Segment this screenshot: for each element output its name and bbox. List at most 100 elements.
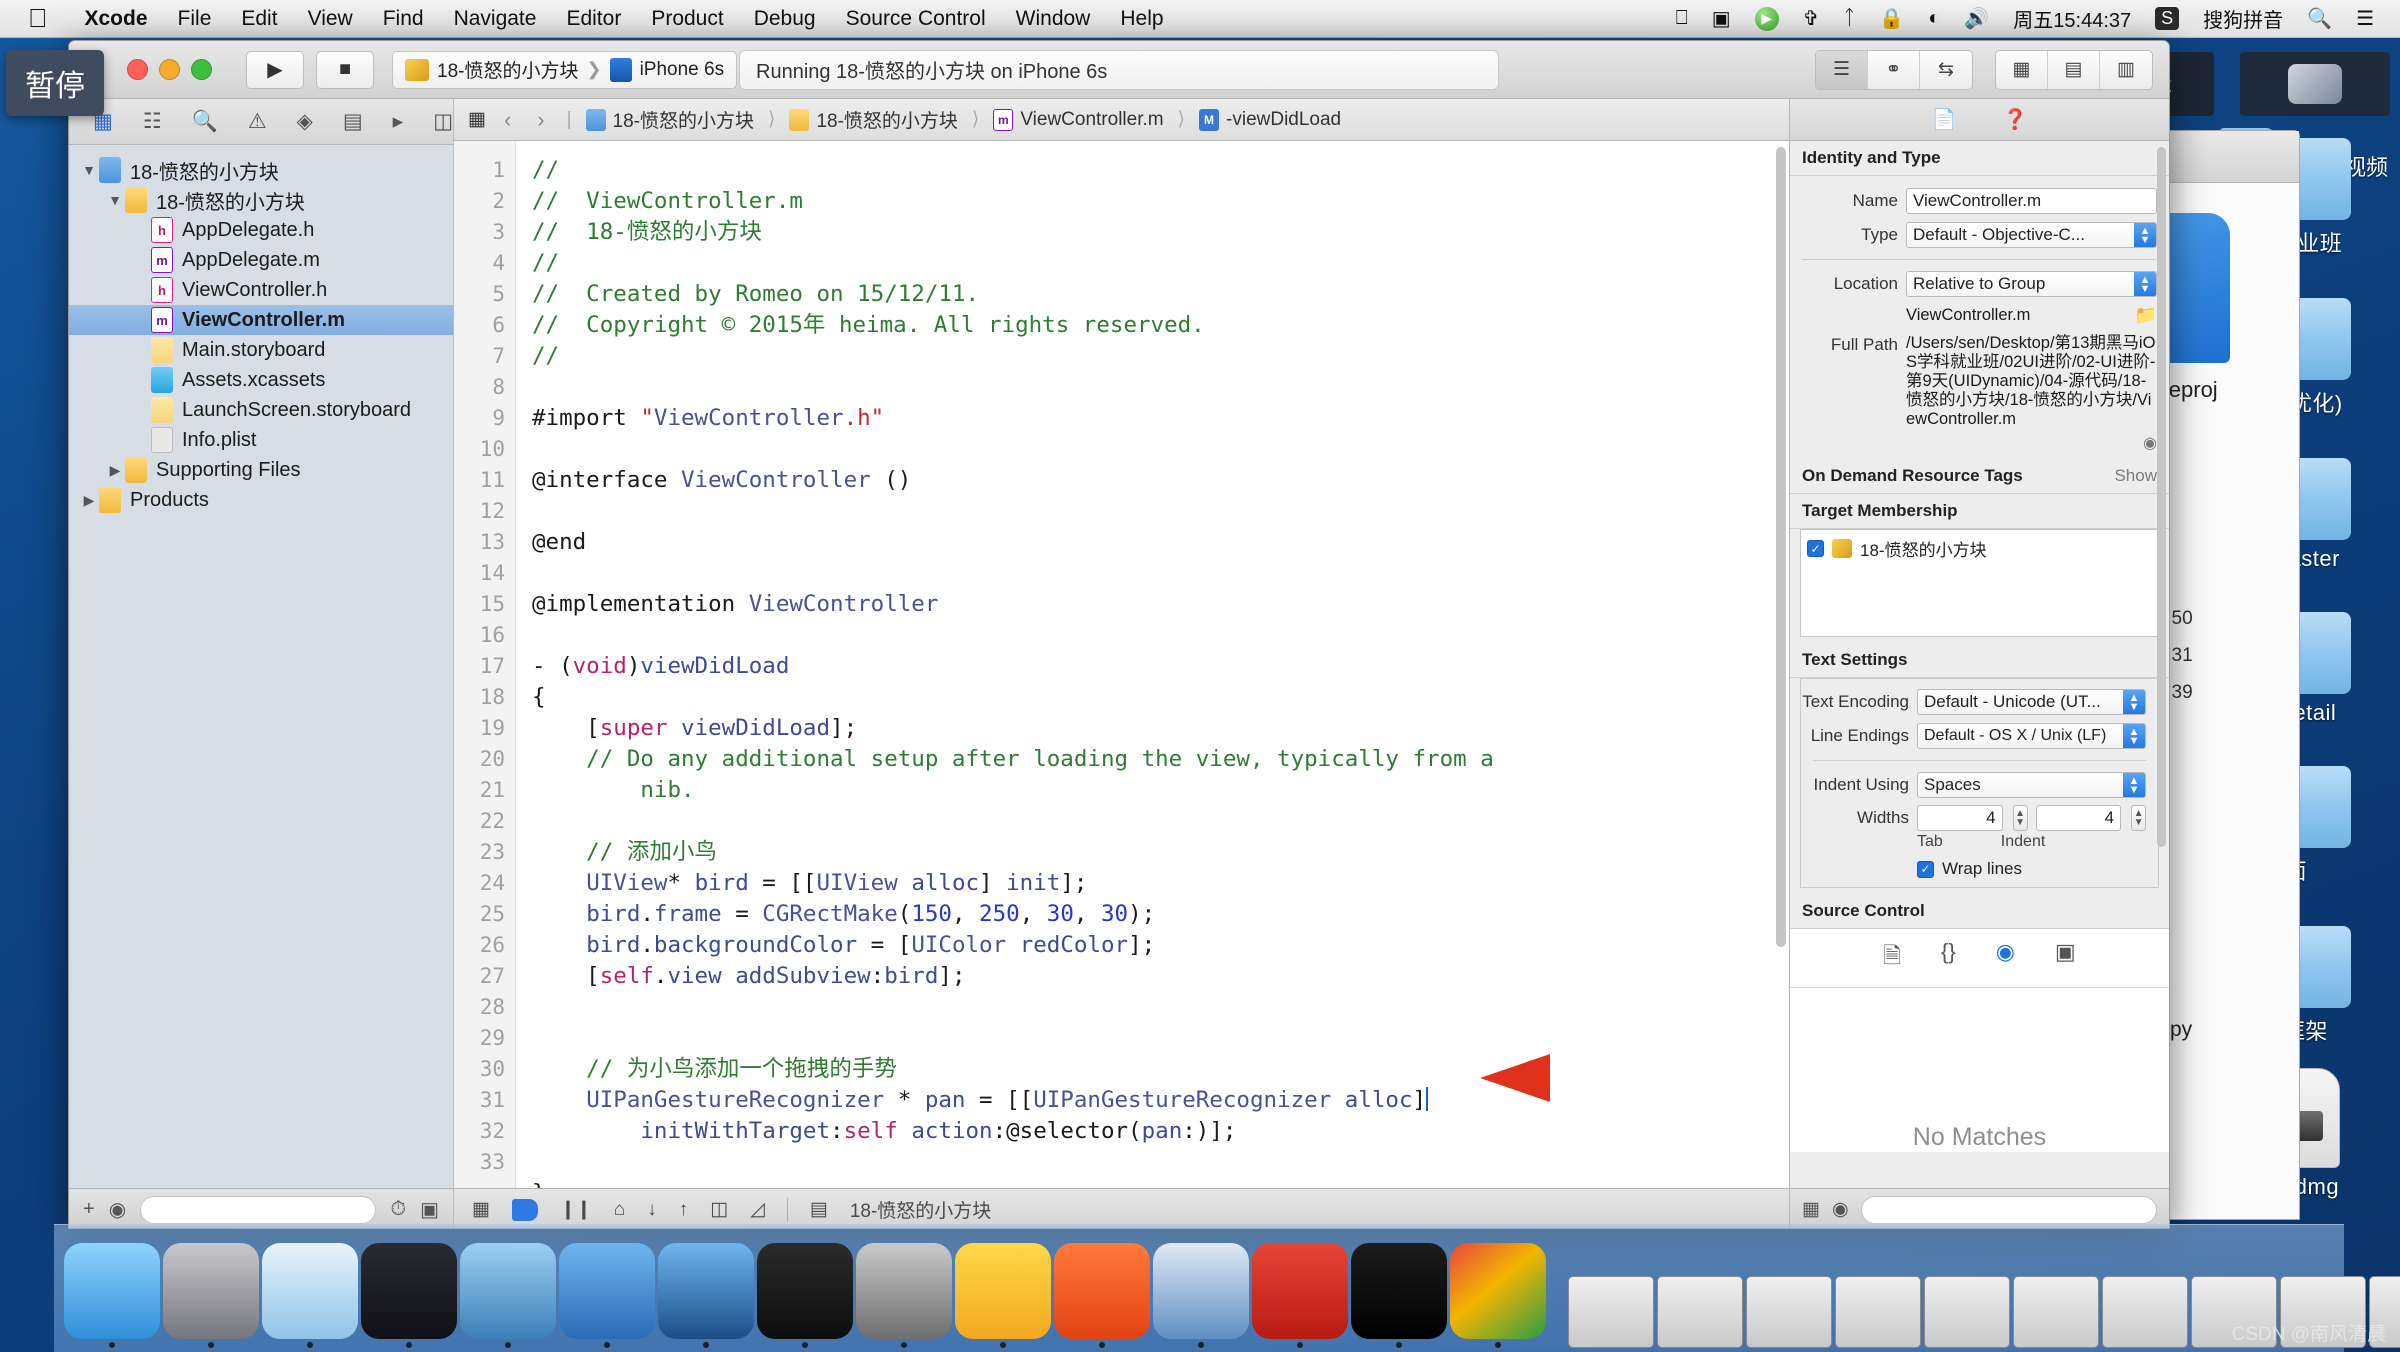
dock-minimized-window[interactable]: [2013, 1236, 2099, 1348]
indent-width-input[interactable]: 4: [2035, 805, 2122, 831]
breadcrumb-symbol[interactable]: M -viewDidLoad: [1199, 108, 1341, 131]
dock-item[interactable]: [64, 1236, 160, 1348]
on-demand-resource-tags-header[interactable]: On Demand Resource Tags Show: [1790, 459, 2169, 494]
dock-minimized-window[interactable]: [1835, 1236, 1921, 1348]
dock-item[interactable]: [1450, 1236, 1546, 1348]
line-endings-select[interactable]: Default - OS X / Unix (LF) ▲ ▼: [1917, 723, 2146, 749]
checkbox-checked-icon[interactable]: ✓: [1917, 860, 1934, 878]
report-navigator-icon[interactable]: ◫: [433, 109, 453, 134]
play-green-icon[interactable]: ▶: [1743, 6, 1791, 31]
assistant-editor-icon[interactable]: ⚭: [1868, 50, 1920, 89]
file-tree-row[interactable]: ▶ Supporting Files: [69, 455, 453, 485]
dock-item[interactable]: [757, 1236, 853, 1348]
indent-width-stepper[interactable]: ▲ ▼: [2131, 805, 2146, 831]
scheme-selector[interactable]: 18-愤怒的小方块 ❯ iPhone 6s: [392, 50, 738, 89]
file-tree-row[interactable]: ▶ Products: [69, 485, 453, 515]
menu-item-find[interactable]: Find: [368, 7, 439, 31]
breadcrumb-project[interactable]: 18-愤怒的小方块: [585, 106, 754, 133]
add-icon[interactable]: ▦: [1802, 1198, 1820, 1221]
add-icon[interactable]: +: [83, 1198, 95, 1221]
type-select[interactable]: Default - Objective-C... ▲ ▼: [1906, 222, 2157, 248]
version-editor-icon[interactable]: ⇆: [1920, 51, 1972, 89]
menu-item-file[interactable]: File: [163, 7, 227, 31]
breakpoint-navigator-icon[interactable]: ▸: [393, 109, 404, 134]
continue-icon[interactable]: [511, 1198, 538, 1221]
menu-item-source-control[interactable]: Source Control: [831, 7, 1001, 31]
file-inspector-icon[interactable]: 📄: [1932, 107, 1957, 132]
target-circle-icon[interactable]: ◉: [1996, 939, 2015, 977]
minimize-button[interactable]: [159, 59, 180, 80]
view-hierarchy-icon[interactable]: ◫: [710, 1198, 728, 1221]
dock-item[interactable]: [658, 1236, 754, 1348]
dock-minimized-window[interactable]: [2102, 1236, 2188, 1348]
menu-item-navigate[interactable]: Navigate: [439, 7, 552, 31]
text-encoding-select[interactable]: Default - Unicode (UT... ▲ ▼: [1917, 689, 2146, 715]
standard-editor-icon[interactable]: ☰: [1816, 50, 1868, 89]
editor-vertical-scrollbar[interactable]: [1776, 147, 1786, 947]
identity-and-type-header[interactable]: Identity and Type: [1790, 141, 2169, 176]
file-tree-row[interactable]: Main.storyboard: [69, 335, 453, 365]
debug-toggle-icon[interactable]: ▤: [2048, 50, 2100, 89]
dock-item[interactable]: [361, 1236, 457, 1348]
volume-icon[interactable]: 🔊: [1952, 6, 2001, 31]
menu-item-debug[interactable]: Debug: [739, 7, 831, 31]
close-button[interactable]: [127, 59, 148, 80]
location-icon[interactable]: ◿: [750, 1198, 765, 1221]
symbol-navigator-icon[interactable]: ☷: [143, 109, 162, 134]
file-tree-row[interactable]: LaunchScreen.storyboard: [69, 395, 453, 425]
breadcrumb-file[interactable]: m ViewController.m: [993, 108, 1164, 131]
step-out-icon[interactable]: ↑: [679, 1199, 689, 1221]
step-into-icon[interactable]: ↓: [647, 1199, 657, 1221]
dock-item[interactable]: [955, 1236, 1051, 1348]
find-navigator-icon[interactable]: 🔍: [192, 110, 218, 134]
disclosure-closed-icon[interactable]: ▶: [105, 462, 125, 479]
disclosure-open-icon[interactable]: ▼: [79, 162, 99, 178]
target-membership-header[interactable]: Target Membership: [1790, 494, 2169, 529]
process-icon[interactable]: ▤: [810, 1198, 828, 1221]
wrap-lines-row[interactable]: ✓ Wrap lines: [1801, 851, 2158, 881]
file-tree-row[interactable]: ▼ 18-愤怒的小方块: [69, 185, 453, 215]
input-method-label[interactable]: 搜狗拼音: [2191, 4, 2295, 33]
source-control-header[interactable]: Source Control: [1790, 894, 2169, 929]
filter-icon[interactable]: ◉: [1832, 1198, 1849, 1221]
tab-width-input[interactable]: 4: [1917, 805, 2003, 831]
tab-width-stepper[interactable]: ▲ ▼: [2012, 805, 2028, 831]
show-link[interactable]: Show: [2114, 466, 2157, 486]
inspector-scrollbar[interactable]: [2157, 147, 2166, 847]
target-membership-row[interactable]: ✓ 18-愤怒的小方块: [1807, 536, 2152, 561]
recent-filter-icon[interactable]: ⏱: [390, 1198, 406, 1221]
dock-item[interactable]: [163, 1236, 259, 1348]
lock-icon[interactable]: 🔒: [1867, 6, 1916, 31]
menu-item-product[interactable]: Product: [636, 7, 738, 31]
file-tree-row[interactable]: ▼ 18-愤怒的小方块: [69, 155, 453, 185]
folder-icon[interactable]: 📁: [2135, 305, 2157, 326]
stop-button[interactable]: ■: [316, 50, 374, 89]
list-icon[interactable]: ☰: [2344, 6, 2386, 31]
dock-item[interactable]: [1153, 1236, 1249, 1348]
file-tree-row[interactable]: m AppDelegate.m: [69, 245, 453, 275]
pause-icon[interactable]: ❙❙: [560, 1198, 592, 1221]
menu-item-view[interactable]: View: [293, 7, 368, 31]
apple-menu-icon[interactable]: : [28, 3, 48, 34]
forward-button[interactable]: ›: [529, 107, 552, 133]
reveal-icon[interactable]: ◉: [1790, 433, 2169, 453]
menu-item-edit[interactable]: Edit: [226, 7, 292, 31]
related-files-icon[interactable]: ▦: [468, 108, 486, 131]
code-editor[interactable]: 1 2 3 4 5 6 7 8 9 10 11 12 13 14 15 16 17 18 19 20 21 22 23 24 2…: [454, 141, 1789, 1188]
text-settings-header[interactable]: Text Settings: [1790, 643, 2169, 678]
step-over-icon[interactable]: ⌂: [614, 1199, 625, 1221]
flux-icon[interactable]: ✞: [1791, 6, 1832, 31]
file-tree-row[interactable]: Info.plist: [69, 425, 453, 455]
desktop-top-item-2[interactable]: [2240, 52, 2390, 116]
file-tree-row[interactable]: m ViewController.m: [69, 305, 453, 335]
back-button[interactable]: ‹: [496, 107, 519, 133]
checkbox-checked-icon[interactable]: ✓: [1807, 540, 1824, 557]
menu-item-xcode[interactable]: Xcode: [70, 7, 163, 31]
file-tree-row[interactable]: Assets.xcassets: [69, 365, 453, 395]
menu-item-window[interactable]: Window: [1001, 7, 1106, 31]
dock-item[interactable]: [559, 1236, 655, 1348]
utilities-toggle-icon[interactable]: ▥: [2100, 51, 2152, 89]
breadcrumb-group[interactable]: 18-愤怒的小方块: [789, 106, 958, 133]
clock-label[interactable]: 周五15:44:37: [2001, 4, 2143, 33]
dock-item[interactable]: [856, 1236, 952, 1348]
